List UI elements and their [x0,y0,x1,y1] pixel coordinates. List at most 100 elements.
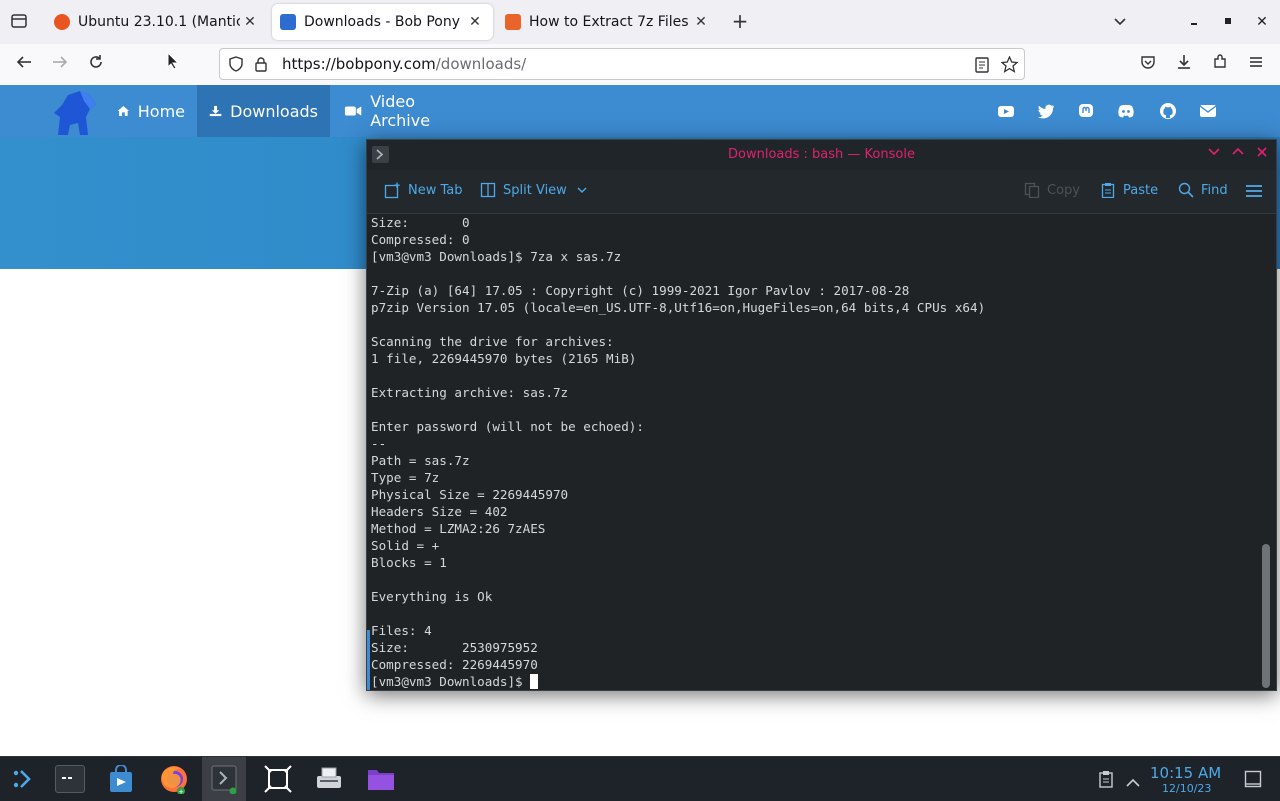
mastodon-icon[interactable] [1077,102,1095,120]
konsole-maximize-button[interactable] [1232,146,1244,162]
konsole-close-button[interactable] [1256,146,1268,162]
site-header: Home Downloads Video Archive [0,85,1280,137]
find-button[interactable]: Find [1178,182,1228,198]
site-nav-label: Video Archive [370,92,431,130]
clock-time[interactable]: 10:15 AM [1150,764,1221,782]
terminal-line: [vm3@vm3 Downloads]$ 7za x sas.7z [371,249,622,264]
shield-icon[interactable] [228,56,244,76]
find-label: Find [1201,182,1228,198]
paste-button[interactable]: Paste [1100,182,1158,198]
kde-launcher-icon[interactable] [0,757,44,801]
menu-icon[interactable] [1243,52,1269,78]
new-tab-label: New Tab [408,183,463,198]
home-icon [117,106,130,116]
twitter-icon[interactable] [1037,102,1055,120]
terminal-line: Enter password (will not be echoed): [371,419,644,434]
clock-date[interactable]: 12/10/23 [1162,782,1211,795]
site-nav-video-archive[interactable]: Video Archive [332,85,482,137]
new-tab-button[interactable]: New Tab [384,182,463,199]
scanner-icon[interactable] [307,757,351,801]
terminal-line: 1 file, 2269445970 bytes (2165 MiB) [371,351,637,366]
konsole-menu-button[interactable] [1246,184,1269,198]
list-all-tabs-button[interactable] [1108,10,1132,34]
video-icon [344,106,362,116]
close-icon[interactable]: ✕ [691,14,711,30]
reader-view-icon[interactable] [974,57,990,77]
terminal-line: Files: 4 [371,623,432,638]
terminal-line: Method = LZMA2:26 7zAES [371,521,546,536]
files-icon[interactable] [359,757,403,801]
clipboard-tray-icon[interactable] [1098,770,1114,792]
terminal-line: Blocks = 1 [371,555,447,570]
downloads-icon[interactable] [1171,52,1197,78]
terminal-icon[interactable] [48,757,92,801]
tray-expand-icon[interactable] [1126,773,1140,792]
bobpony-logo[interactable] [50,87,100,141]
site-nav-downloads[interactable]: Downloads [197,85,330,137]
copy-button[interactable]: Copy [1024,182,1080,198]
terminal-line: p7zip Version 17.05 (locale=en_US.UTF-8,… [371,300,986,315]
konsole-minimize-button[interactable] [1208,146,1220,162]
split-view-button[interactable]: Split View [480,182,594,198]
terminal-line: Extracting archive: sas.7z [371,385,569,400]
tab-overview-icon[interactable] [10,12,30,32]
hamburger-menu-icon [1246,185,1262,197]
url-text: https://bobpony.com/downloads/ [282,55,526,73]
konsole-titlebar[interactable]: Downloads : bash — Konsole [367,140,1276,170]
terminal-line: 7-Zip (a) [64] 17.05 : Copyright (c) 199… [371,283,910,298]
konsole-window[interactable]: Downloads : bash — Konsole New Tab Split… [366,139,1277,691]
new-tab-button[interactable]: + [729,10,751,32]
paste-icon [1101,183,1115,198]
youtube-icon[interactable] [997,102,1015,120]
forward-button[interactable] [47,52,73,78]
terminal-scrollbar-thumb[interactable] [1262,544,1270,688]
store-icon[interactable] [99,757,143,801]
pocket-icon[interactable] [1135,52,1161,78]
chevron-down-icon [577,187,587,193]
show-desktop-icon[interactable] [1244,770,1262,792]
overview-icon[interactable] [256,757,300,801]
maximize-button[interactable] [1216,10,1240,34]
terminal-line: Physical Size = 2269445970 [371,487,569,502]
terminal-line: Everything is Ok [371,589,493,604]
discord-icon[interactable] [1117,102,1135,120]
firefox-icon[interactable]: + [152,757,196,801]
ubuntu-icon [54,14,70,30]
terminal-prompt: [vm3@vm3 Downloads]$ [371,674,531,689]
tab-title: Ubuntu 23.10.1 (Mantic Mi [78,14,240,30]
taskbar: + 10:15 AM 12/10/23 [0,756,1280,801]
browser-nav-bar: https://bobpony.com/downloads/ [0,44,1280,86]
paste-label: Paste [1123,182,1159,198]
site-nav-label: Home [137,101,185,121]
tab-downloads[interactable]: Downloads - Bob Pony ✕ [272,4,493,40]
tab-title: Downloads - Bob Pony [304,14,461,30]
mail-icon[interactable] [1199,102,1217,120]
bobpony-icon [280,14,296,30]
browser-tab-strip: Ubuntu 23.10.1 (Mantic Mi ✕ Downloads - … [0,0,1280,44]
back-button[interactable] [11,52,37,78]
konsole-icon[interactable] [202,757,246,801]
terminal-output[interactable]: Size: 0 Compressed: 0 [vm3@vm3 Downloads]$… [371,214,1259,690]
url-bar[interactable]: https://bobpony.com/downloads/ [219,48,1025,80]
close-window-button[interactable]: ✕ [1250,10,1274,34]
close-icon[interactable]: ✕ [465,14,485,30]
tab-howto[interactable]: How to Extract 7z Files in ✕ [497,4,719,40]
reload-button[interactable] [83,52,109,78]
copy-label: Copy [1047,182,1080,198]
tab-title: How to Extract 7z Files in [529,14,691,30]
lock-icon[interactable] [254,56,268,76]
close-icon[interactable]: ✕ [240,14,260,30]
terminal-line: Size: 2530975952 [371,640,538,655]
extensions-icon[interactable] [1207,52,1233,78]
github-icon[interactable] [1159,102,1177,120]
konsole-title: Downloads : bash — Konsole [728,147,915,162]
minimize-button[interactable] [1182,10,1206,34]
tab-ubuntu[interactable]: Ubuntu 23.10.1 (Mantic Mi ✕ [46,4,268,40]
bookmark-star-icon[interactable] [1000,55,1019,77]
site-nav-home[interactable]: Home [105,85,197,137]
terminal-line: Scanning the drive for archives: [371,334,614,349]
terminal-line: Headers Size = 402 [371,504,508,519]
